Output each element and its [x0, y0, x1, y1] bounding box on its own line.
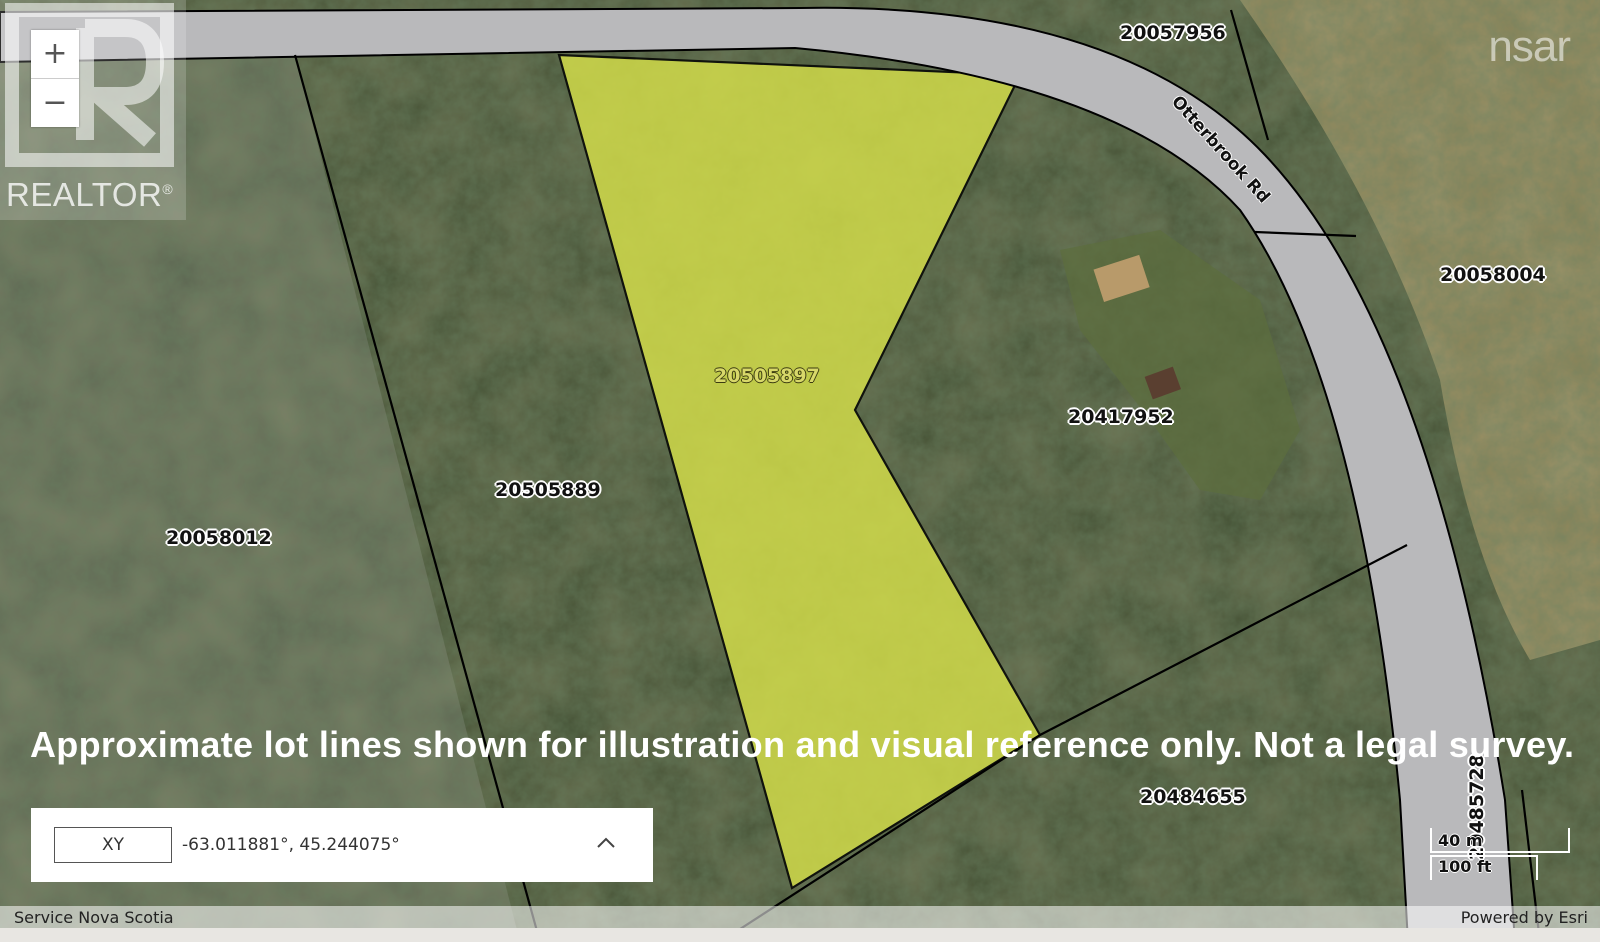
parcel-label-20505889: 20505889: [495, 479, 601, 501]
chevron-up-icon[interactable]: [595, 832, 617, 854]
zoom-in-button[interactable]: +: [31, 30, 79, 78]
attribution-source: Service Nova Scotia: [14, 908, 174, 927]
bottom-strip: [0, 928, 1600, 942]
coordinate-readout: -63.011881°, 45.244075°: [182, 835, 400, 855]
attribution-bar: Service Nova Scotia Powered by Esri: [0, 906, 1600, 928]
disclaimer-text: Approximate lot lines shown for illustra…: [30, 724, 1575, 765]
zoom-control: + −: [31, 30, 79, 127]
aerial-imagery: [0, 0, 1600, 942]
nsar-logo: nsar: [1488, 22, 1571, 71]
parcel-label-20057956: 20057956: [1120, 22, 1226, 44]
map-view[interactable]: 20057956 20058004 20505897 20417952 2050…: [0, 0, 1600, 942]
coordinate-mode-select[interactable]: XY: [54, 827, 172, 863]
scale-metric: 40 m: [1430, 828, 1570, 854]
parcel-label-20058012: 20058012: [166, 527, 272, 549]
parcel-label-20417952: 20417952: [1068, 406, 1174, 428]
parcel-label-20505897: 20505897: [714, 365, 820, 387]
parcel-label-20484655: 20484655: [1140, 786, 1246, 808]
attribution-esri-link[interactable]: Powered by Esri: [1461, 908, 1588, 927]
coordinate-panel: XY -63.011881°, 45.244075°: [31, 808, 653, 882]
realtor-logo: REALTOR®: [0, 0, 186, 220]
realtor-logo-text: REALTOR®: [6, 176, 174, 213]
realtor-r-icon: [5, 3, 174, 167]
parcel-label-20058004: 20058004: [1440, 264, 1546, 286]
zoom-out-button[interactable]: −: [31, 78, 79, 127]
scale-bar: 40 m 100 ft: [1430, 828, 1570, 880]
scale-imperial: 100 ft: [1430, 854, 1538, 880]
